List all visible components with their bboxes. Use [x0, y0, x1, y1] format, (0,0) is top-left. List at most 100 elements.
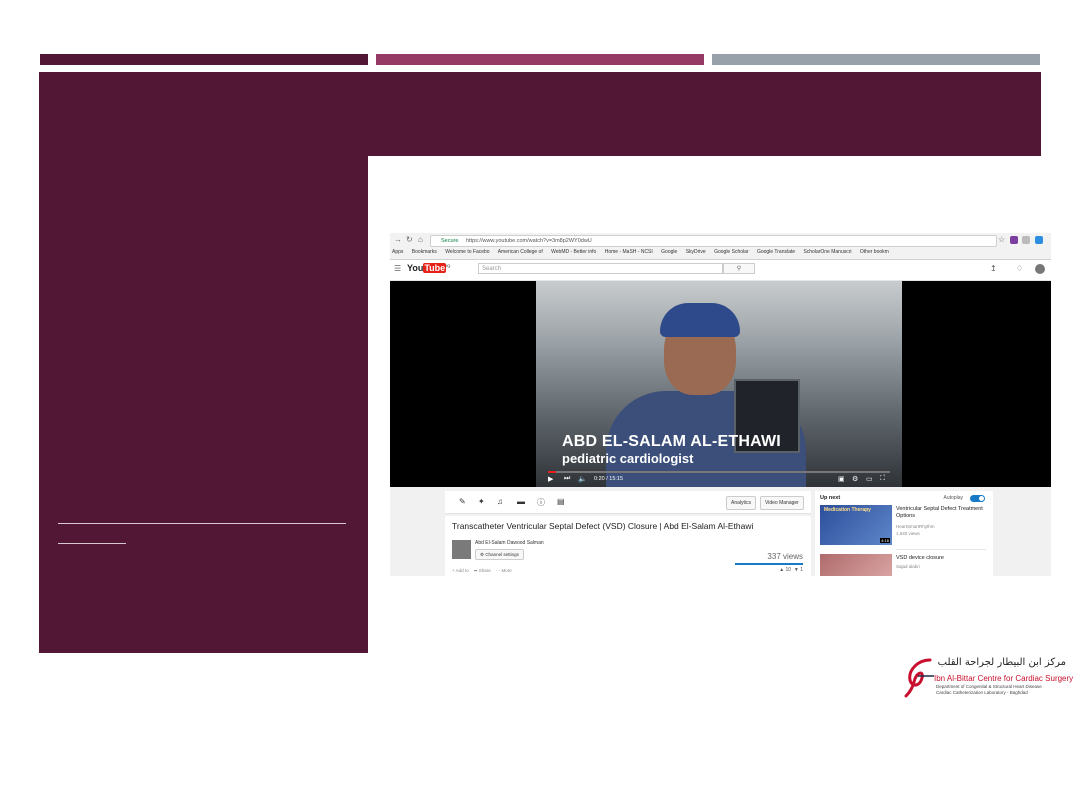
settings-icon[interactable]: ⚙ — [852, 475, 858, 483]
edit-icon[interactable]: ✎ — [459, 497, 466, 506]
fullscreen-icon[interactable]: ⛶ — [880, 475, 885, 483]
heart-swoosh-icon — [904, 658, 934, 698]
video-thumbnail[interactable]: Medication Therapy 4:16 — [820, 505, 892, 545]
channel-settings-label: Channel settings — [485, 552, 519, 557]
channel-avatar[interactable] — [452, 540, 471, 559]
autoplay-label: Autoplay — [943, 495, 963, 501]
home-icon[interactable]: ⌂ — [418, 235, 423, 244]
back-icon[interactable]: → — [394, 235, 402, 244]
bookmark-item[interactable]: SkyDrive — [686, 249, 706, 255]
search-icon: ⚲ — [736, 266, 742, 272]
search-input[interactable]: Search — [478, 263, 723, 274]
overlay-role: pediatric cardiologist — [562, 451, 694, 466]
bookmark-item[interactable]: Bookmarks — [412, 249, 437, 255]
like-dislike: ▲ 10 ▼ 1 — [779, 567, 803, 573]
bookmark-item[interactable]: Google Scholar — [714, 249, 748, 255]
reload-icon[interactable]: ↻ — [406, 235, 413, 244]
video-title: Transcatheter Ventricular Septal Defect … — [452, 521, 754, 531]
up-next-heading: Up next — [820, 495, 841, 501]
recommended-title[interactable]: Ventricular Septal Defect Treatment Opti… — [896, 506, 986, 520]
add-to-button[interactable]: Add to — [456, 568, 469, 573]
theater-icon[interactable]: ▭ — [866, 475, 873, 483]
toggle-knob — [979, 496, 984, 501]
side-panel — [39, 156, 368, 653]
play-icon[interactable]: ▶ — [548, 475, 553, 483]
bookmark-item[interactable]: Other bookm — [860, 249, 889, 255]
share-button[interactable]: Share — [479, 568, 491, 573]
info-icon[interactable]: ⓘ — [537, 497, 545, 508]
logo-department: Department of Congenital & Structural He… — [936, 684, 1042, 689]
bookmark-item[interactable]: Google Translate — [757, 249, 795, 255]
recommended-title[interactable]: VSD device closure — [896, 555, 944, 562]
recommended-views: 1,640 views — [896, 531, 920, 536]
address-bar[interactable]: Secure https://www.youtube.com/watch?v=3… — [430, 235, 997, 247]
thumbs-up-icon[interactable]: ▲ — [779, 567, 784, 573]
progress-fill — [548, 471, 556, 473]
next-icon[interactable]: ⏭ — [564, 475, 570, 483]
youtube-header: ☰ YouTubeIQ Search ⚲ ↥ ♢ — [390, 260, 1051, 281]
overlay-name: ABD EL-SALAM AL-ETHAWI — [562, 433, 781, 450]
more-button[interactable]: More — [502, 568, 512, 573]
bookmarks-bar: Apps Bookmarks Welcome to Facebo America… — [392, 248, 1049, 257]
thumbnail-label: Medication Therapy — [824, 507, 871, 513]
captions-icon[interactable]: ▣ — [838, 475, 845, 483]
video-player[interactable]: ABD EL-SALAM AL-ETHAWI pediatric cardiol… — [390, 281, 1051, 487]
recommended-channel: HeartSmartRhythm — [896, 524, 935, 529]
bell-icon[interactable]: ♢ — [1016, 264, 1023, 273]
divider — [896, 549, 986, 550]
browser-toolbar: → ↻ ⌂ Secure https://www.youtube.com/wat… — [390, 233, 1051, 260]
share-icon[interactable]: ➦ — [474, 568, 478, 573]
logo-english-name: Ibn Al-Bittar Centre for Cardiac Surgery — [934, 674, 1074, 683]
thumbs-down-icon[interactable]: ▼ — [794, 567, 799, 573]
more-icon[interactable]: ⋯ — [496, 568, 501, 573]
duration-badge: 4:16 — [880, 538, 890, 543]
bookmark-item[interactable]: ScholarOne Manuscri — [803, 249, 851, 255]
watch-page-content: ✎ ✦ ♫ ▬ ⓘ ▤ Analytics Video Manager Tran… — [390, 487, 1051, 576]
bookmark-item[interactable]: Welcome to Facebo — [445, 249, 489, 255]
title-banner — [39, 72, 1041, 156]
enhance-icon[interactable]: ✦ — [478, 497, 485, 506]
video-info: Transcatheter Ventricular Septal Defect … — [445, 516, 811, 576]
bookmark-item[interactable]: Google — [661, 249, 677, 255]
up-next-sidebar: Up next Autoplay Medication Therapy 4:16… — [815, 491, 993, 576]
bookmark-item[interactable]: Apps — [392, 249, 403, 255]
youtube-logo[interactable]: YouTubeIQ — [407, 263, 450, 273]
logo-tube-text: Tube — [423, 263, 447, 273]
extension-icon[interactable] — [1035, 236, 1043, 244]
secure-label: Secure — [441, 238, 459, 244]
recommended-channel: Sajad alabri — [896, 564, 920, 569]
action-row: + Add to ➦ Share ⋯ More — [452, 568, 512, 574]
creator-toolbar: ✎ ✦ ♫ ▬ ⓘ ▤ Analytics Video Manager — [445, 491, 811, 514]
accent-bar-plum — [40, 54, 368, 65]
menu-icon[interactable]: ☰ — [394, 264, 401, 273]
annotations-icon[interactable]: ▬ — [517, 497, 525, 506]
extension-icon[interactable] — [1010, 236, 1018, 244]
progress-bar[interactable] — [548, 471, 890, 473]
subtitles-icon[interactable]: ▤ — [557, 497, 565, 506]
channel-name[interactable]: Abd El-Salam Dawood Salman — [475, 540, 544, 546]
bookmark-item[interactable]: WebMD - Better info — [551, 249, 596, 255]
view-count: 337 views — [767, 552, 803, 561]
bookmark-item[interactable]: Home - MaSH - NCSI — [605, 249, 653, 255]
audio-icon[interactable]: ♫ — [497, 497, 503, 506]
star-icon[interactable]: ☆ — [998, 235, 1005, 244]
logo-you-text: You — [407, 263, 424, 273]
bookmark-item[interactable]: American College of — [498, 249, 543, 255]
upload-icon[interactable]: ↥ — [990, 264, 997, 273]
add-icon[interactable]: + — [452, 568, 455, 573]
player-controls: ▶ ⏭ 🔈 0:20 / 15:15 ▣ ⚙ ▭ ⛶ — [536, 471, 902, 487]
volume-icon[interactable]: 🔈 — [578, 475, 587, 483]
like-ratio-bar — [735, 563, 803, 565]
video-frame: ABD EL-SALAM AL-ETHAWI pediatric cardiol… — [536, 281, 902, 487]
autoplay-toggle[interactable] — [970, 495, 985, 502]
channel-settings-button[interactable]: ⚙ Channel settings — [475, 549, 524, 560]
logo-region: IQ — [446, 263, 451, 268]
search-button[interactable]: ⚲ — [723, 263, 755, 274]
video-thumbnail[interactable] — [820, 554, 892, 576]
avatar[interactable] — [1035, 264, 1045, 274]
video-manager-button[interactable]: Video Manager — [760, 496, 804, 510]
analytics-button[interactable]: Analytics — [726, 496, 757, 510]
youtube-screenshot: → ↻ ⌂ Secure https://www.youtube.com/wat… — [390, 233, 1051, 576]
accent-bar-gray — [712, 54, 1040, 65]
extension-icon[interactable] — [1022, 236, 1030, 244]
